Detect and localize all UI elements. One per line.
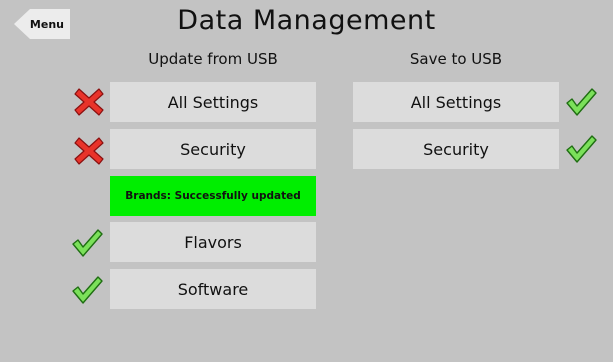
update-security-button[interactable]: Security (110, 129, 316, 169)
update-flavors-button[interactable]: Flavors (110, 222, 316, 262)
check-icon (71, 274, 103, 306)
save-to-usb-header: Save to USB (409, 50, 503, 68)
check-icon (71, 227, 103, 259)
check-icon (565, 86, 597, 118)
cross-icon (73, 135, 105, 167)
update-software-button[interactable]: Software (110, 269, 316, 309)
cross-icon (73, 86, 105, 118)
save-security-button[interactable]: Security (353, 129, 559, 169)
status-banner: Brands: Successfully updated (110, 176, 316, 216)
update-all-settings-button[interactable]: All Settings (110, 82, 316, 122)
page-title: Data Management (177, 5, 436, 36)
check-icon (565, 133, 597, 165)
update-from-usb-header: Update from USB (148, 50, 278, 68)
save-all-settings-button[interactable]: All Settings (353, 82, 559, 122)
